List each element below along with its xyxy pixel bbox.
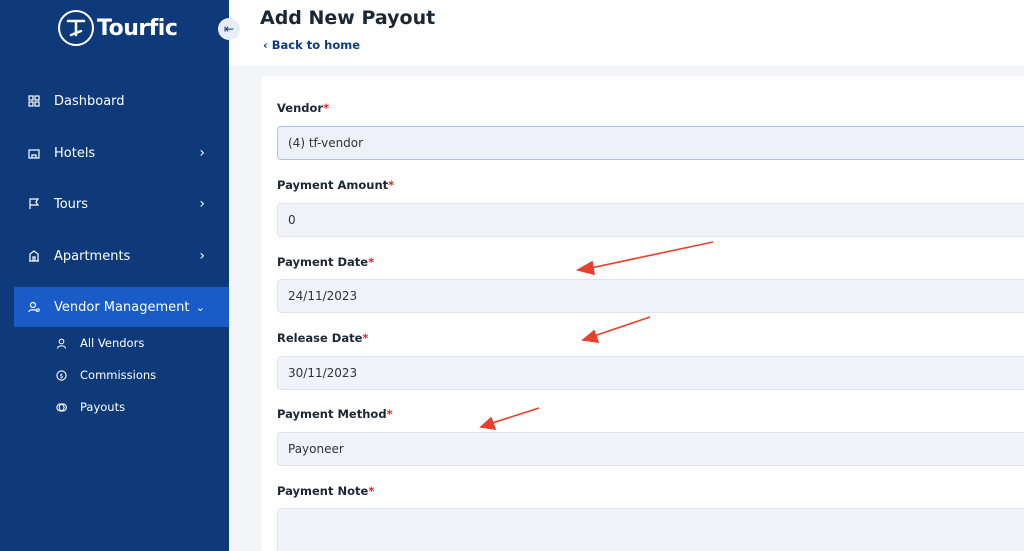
svg-text:$: $ xyxy=(59,372,63,380)
hotel-icon xyxy=(28,147,40,159)
sidebar-subitem-all-vendors[interactable]: All Vendors xyxy=(56,336,144,350)
sidebar-collapse-button[interactable]: ⇤ xyxy=(218,18,240,40)
payment-date-input[interactable]: 24/11/2023 xyxy=(277,279,1024,313)
chevron-right-icon: › xyxy=(199,145,205,161)
chevron-right-icon: › xyxy=(199,196,205,212)
page-title: Add New Payout xyxy=(260,7,436,29)
payment-method-input[interactable]: Payoneer xyxy=(277,432,1024,466)
dashboard-icon xyxy=(28,95,40,107)
brand-logo[interactable]: Tourfic xyxy=(58,10,178,46)
brand-name: Tourfic xyxy=(97,15,178,41)
sidebar-subitem-label: Commissions xyxy=(80,368,157,382)
logo-icon xyxy=(58,10,94,46)
back-to-home-link[interactable]: ‹ Back to home xyxy=(263,38,360,52)
chevron-right-icon: › xyxy=(199,248,205,264)
vendor-select[interactable]: (4) tf-vendor xyxy=(277,126,1024,160)
user-icon xyxy=(56,338,67,349)
sidebar-item-label: Tours xyxy=(54,196,89,212)
sidebar: Tourfic Dashboard Hotels › Tours › Apart… xyxy=(0,0,229,551)
payment-method-label: Payment Method* xyxy=(277,407,393,421)
sidebar-item-label: Apartments xyxy=(54,248,131,264)
required-mark: * xyxy=(388,178,395,192)
sidebar-subitem-commissions[interactable]: $ Commissions xyxy=(56,368,156,382)
sidebar-item-label: Dashboard xyxy=(54,93,125,109)
required-mark: * xyxy=(386,407,393,421)
sidebar-subitem-label: All Vendors xyxy=(80,336,145,350)
sidebar-item-label: Vendor Management xyxy=(54,299,190,315)
chevron-left-icon: ‹ xyxy=(263,38,272,52)
sidebar-subitem-label: Payouts xyxy=(80,400,126,414)
sidebar-item-tours[interactable]: Tours › xyxy=(14,184,229,224)
vendor-icon xyxy=(28,301,40,313)
payment-amount-label: Payment Amount* xyxy=(277,178,395,192)
sidebar-item-dashboard[interactable]: Dashboard xyxy=(14,81,229,121)
dollar-icon: $ xyxy=(56,369,67,381)
sidebar-subitem-payouts[interactable]: Payouts xyxy=(56,400,125,414)
sidebar-item-apartments[interactable]: Apartments › xyxy=(14,236,229,276)
payment-amount-input[interactable]: 0 xyxy=(277,203,1024,237)
sidebar-item-hotels[interactable]: Hotels › xyxy=(14,133,229,173)
required-mark: * xyxy=(368,255,375,269)
payment-note-textarea[interactable] xyxy=(277,508,1024,551)
release-date-label: Release Date* xyxy=(277,331,369,345)
chevron-down-icon: ⌄ xyxy=(195,300,205,314)
vendor-label: Vendor* xyxy=(277,101,330,115)
required-mark: * xyxy=(323,101,330,115)
flag-icon xyxy=(28,198,40,210)
required-mark: * xyxy=(368,484,375,498)
collapse-arrow-icon: ⇤ xyxy=(223,22,235,36)
apartment-icon xyxy=(28,250,40,262)
required-mark: * xyxy=(362,331,369,345)
sidebar-item-label: Hotels xyxy=(54,145,96,161)
payment-note-label: Payment Note* xyxy=(277,484,375,498)
payment-date-label: Payment Date* xyxy=(277,255,375,269)
sidebar-item-vendor-management[interactable]: Vendor Management ⌄ xyxy=(14,287,229,327)
release-date-input[interactable]: 30/11/2023 xyxy=(277,356,1024,390)
payout-icon xyxy=(56,402,67,413)
